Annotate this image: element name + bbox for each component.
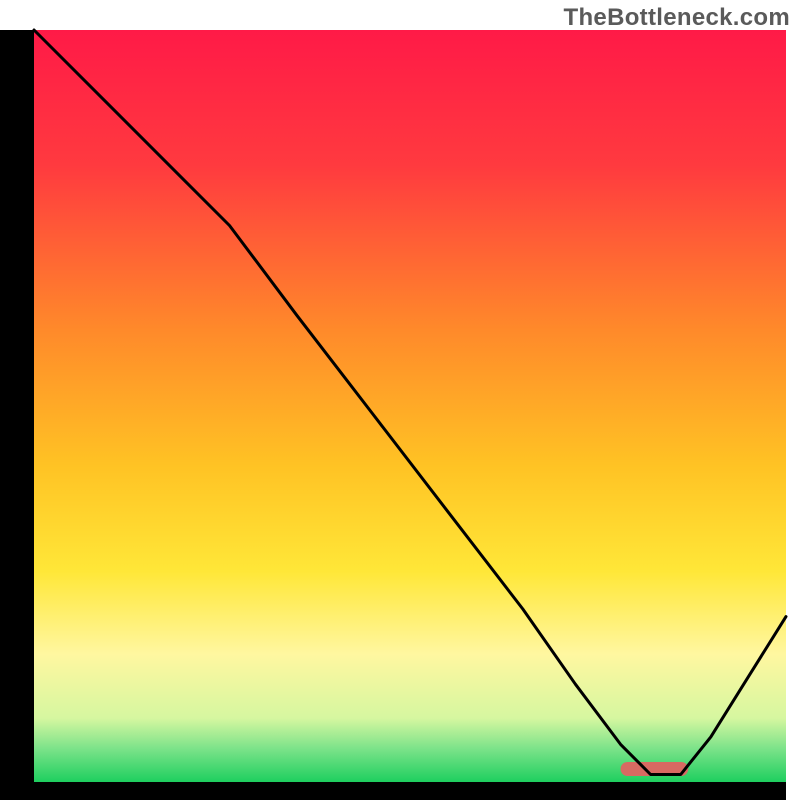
chart-root: TheBottleneck.com: [0, 0, 800, 800]
watermark-text: TheBottleneck.com: [564, 4, 790, 32]
chart-canvas: [0, 0, 800, 800]
axis-bottom: [0, 782, 786, 800]
axis-left: [0, 30, 34, 800]
